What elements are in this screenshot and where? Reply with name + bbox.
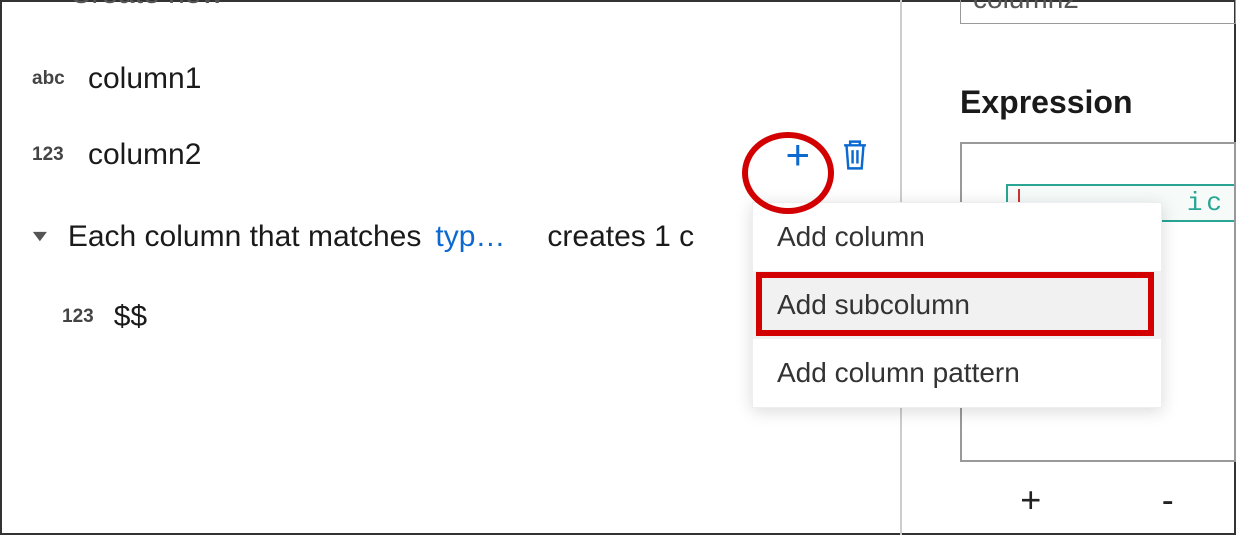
rule-prefix: Each column that matches — [68, 220, 422, 254]
add-button[interactable]: + — [785, 134, 810, 176]
type-badge-number: 123 — [32, 144, 88, 166]
delete-button[interactable] — [840, 138, 870, 172]
app-frame: + Create new ⌄ abc column1 123 column2 + — [0, 0, 1236, 535]
expression-add-button[interactable]: + — [1020, 479, 1041, 521]
rule-suffix: creates 1 c — [547, 220, 694, 254]
column-row-column2[interactable]: 123 column2 + — [32, 134, 894, 176]
menu-item-add-column-pattern[interactable]: Add column pattern — [753, 339, 1161, 407]
column-name-input-value: column2 — [973, 0, 1079, 15]
expression-remove-button[interactable]: - — [1162, 479, 1174, 521]
expression-section-title: Expression — [960, 84, 1133, 121]
chevron-down-icon: ⌄ — [240, 0, 266, 5]
row-actions: + — [785, 134, 870, 176]
column-name: column1 — [88, 62, 201, 96]
expression-stepper: + - — [960, 465, 1234, 535]
triangle-down-icon: ▼ — [28, 228, 52, 246]
create-new-label: Create new — [70, 0, 223, 11]
menu-item-add-column[interactable]: Add column — [753, 203, 1161, 271]
menu-item-add-subcolumn[interactable]: Add subcolumn — [753, 271, 1161, 339]
create-new-button[interactable]: + Create new ⌄ — [24, 0, 260, 11]
subcolumn-name: $$ — [114, 300, 147, 334]
column-name-input[interactable]: column2 — [960, 0, 1236, 24]
column-row-column1[interactable]: abc column1 — [32, 62, 201, 96]
column-pattern-row[interactable]: ▼ Each column that matches typ… creates … — [32, 220, 694, 254]
add-menu: Add column Add subcolumn Add column patt… — [752, 202, 1162, 408]
type-badge-string: abc — [32, 68, 88, 90]
trash-icon — [840, 138, 870, 172]
subcolumn-row[interactable]: 123 $$ — [62, 300, 147, 334]
column-name: column2 — [88, 138, 201, 172]
type-badge-number: 123 — [62, 306, 94, 328]
rule-match-link[interactable]: typ… — [435, 220, 505, 254]
